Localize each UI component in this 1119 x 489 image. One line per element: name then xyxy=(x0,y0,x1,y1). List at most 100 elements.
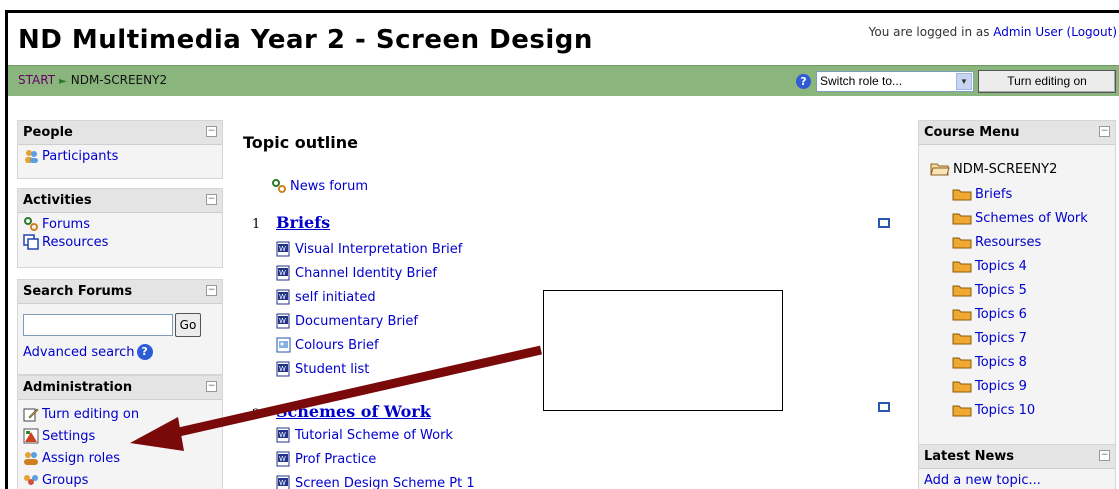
breadcrumb-start[interactable]: START xyxy=(18,73,55,87)
resources-item[interactable]: Resources xyxy=(18,231,222,253)
course-menu-item[interactable]: Topics 5 xyxy=(952,282,1027,298)
news-forum-link[interactable]: News forum xyxy=(290,179,368,194)
logout-link[interactable]: (Logout) xyxy=(1067,25,1117,39)
resource-item[interactable]: W Channel Identity Brief xyxy=(276,265,437,281)
resource-item[interactable]: W Documentary Brief xyxy=(276,313,418,329)
course-menu-item[interactable]: Topics 6 xyxy=(952,306,1027,322)
forums-link[interactable]: Forums xyxy=(42,217,90,232)
topic-title-briefs[interactable]: Briefs xyxy=(276,213,330,232)
svg-text:W: W xyxy=(279,317,286,325)
svg-text:W: W xyxy=(279,455,286,463)
login-info: You are logged in as Admin User (Logout) xyxy=(869,25,1117,39)
breadcrumb-separator-icon: ► xyxy=(59,76,67,87)
help-icon[interactable]: ? xyxy=(796,74,811,89)
site-title: ND Multimedia Year 2 - Screen Design xyxy=(18,25,593,55)
course-menu-item[interactable]: Resourses xyxy=(952,234,1041,250)
roles-icon xyxy=(24,452,38,465)
folder-icon xyxy=(952,357,972,369)
resource-item[interactable]: Colours Brief xyxy=(276,337,379,353)
word-doc-icon: W xyxy=(276,451,290,467)
settings-link[interactable]: Settings xyxy=(42,429,95,444)
forum-icon xyxy=(24,217,38,231)
course-menu-item[interactable]: Topics 9 xyxy=(952,378,1027,394)
turn-editing-on-link[interactable]: Turn editing on xyxy=(42,407,139,422)
administration-block: Administration − Turn editing on Setting… xyxy=(17,375,223,489)
course-menu-item[interactable]: Topics 8 xyxy=(952,354,1027,370)
search-go-button[interactable]: Go xyxy=(175,313,201,337)
navbar: START ► NDM-SCREENY2 ? Switch role to... ▼… xyxy=(8,65,1119,96)
word-doc-icon: W xyxy=(276,475,290,489)
resource-item[interactable]: W Visual Interpretation Brief xyxy=(276,241,462,257)
switch-role-select[interactable]: Switch role to... ▼ xyxy=(816,71,974,92)
news-forum-row[interactable]: News forum xyxy=(271,178,368,194)
topic-number: 1 xyxy=(252,217,261,232)
folder-icon xyxy=(952,261,972,273)
forum-icon xyxy=(272,179,286,193)
svg-text:W: W xyxy=(279,269,286,277)
resource-item[interactable]: W self initiated xyxy=(276,289,376,305)
folder-icon xyxy=(952,213,972,225)
collapse-icon[interactable]: − xyxy=(1099,450,1110,461)
collapse-icon[interactable]: − xyxy=(206,194,217,205)
resources-link[interactable]: Resources xyxy=(42,235,108,250)
user-name-link[interactable]: Admin User xyxy=(993,25,1062,39)
folder-icon xyxy=(952,189,972,201)
folder-open-icon xyxy=(930,163,950,176)
resource-item[interactable]: W Prof Practice xyxy=(276,451,376,467)
svg-text:W: W xyxy=(279,365,286,373)
add-new-topic-link[interactable]: Add a new topic... xyxy=(924,473,1041,488)
image-doc-icon xyxy=(276,337,291,353)
course-menu-item[interactable]: Topics 7 xyxy=(952,330,1027,346)
folder-icon xyxy=(952,381,972,393)
breadcrumb: START ► NDM-SCREENY2 xyxy=(18,73,167,87)
moodle-page: ND Multimedia Year 2 - Screen Design You… xyxy=(5,10,1119,489)
edit-icon xyxy=(23,408,39,422)
chevron-down-icon[interactable]: ▼ xyxy=(956,73,972,90)
highlight-topic-icon[interactable] xyxy=(878,402,890,412)
resource-item[interactable]: W Tutorial Scheme of Work xyxy=(276,427,453,443)
admin-groups-item[interactable]: Groups xyxy=(18,469,222,489)
word-doc-icon: W xyxy=(276,361,290,377)
topic-outline-title: Topic outline xyxy=(243,133,359,152)
resource-item[interactable]: W Screen Design Scheme Pt 1 xyxy=(276,475,475,489)
activities-block-header: Activities − xyxy=(18,189,222,213)
word-doc-icon: W xyxy=(276,265,290,281)
collapse-icon[interactable]: − xyxy=(206,381,217,392)
word-doc-icon: W xyxy=(276,241,290,257)
advanced-search-link[interactable]: Advanced search xyxy=(23,345,135,360)
latest-news-header: Latest News − xyxy=(919,445,1115,469)
word-doc-icon: W xyxy=(276,313,290,329)
folder-icon xyxy=(952,405,972,417)
topic-title-schemes[interactable]: Schemes of Work xyxy=(276,402,431,421)
assign-roles-link[interactable]: Assign roles xyxy=(42,451,120,466)
svg-text:W: W xyxy=(279,245,286,253)
course-menu-item[interactable]: Briefs xyxy=(952,186,1012,202)
switch-role-value: Switch role to... xyxy=(820,74,903,88)
course-menu-root[interactable]: NDM-SCREENY2 xyxy=(930,161,1057,177)
collapse-icon[interactable]: − xyxy=(206,126,217,137)
people-block: People − Participants xyxy=(17,120,223,179)
collapse-icon[interactable]: − xyxy=(206,285,217,296)
search-forums-input[interactable] xyxy=(23,314,173,336)
course-menu-item[interactable]: Topics 4 xyxy=(952,258,1027,274)
latest-news-block: Latest News − Add a new topic... xyxy=(918,444,1116,489)
groups-link[interactable]: Groups xyxy=(42,473,88,488)
participants-item[interactable]: Participants xyxy=(18,145,222,167)
course-menu-item[interactable]: Topics 10 xyxy=(952,402,1035,418)
advanced-search-row[interactable]: Advanced search ? xyxy=(23,344,153,360)
admin-turn-editing-item[interactable]: Turn editing on xyxy=(18,403,222,425)
admin-assign-roles-item[interactable]: Assign roles xyxy=(18,447,222,469)
svg-text:W: W xyxy=(279,479,286,487)
course-menu-item[interactable]: Schemes of Work xyxy=(952,210,1088,226)
settings-icon xyxy=(23,428,39,444)
turn-editing-on-button[interactable]: Turn editing on xyxy=(978,70,1116,93)
help-icon[interactable]: ? xyxy=(136,344,153,360)
collapse-icon[interactable]: − xyxy=(1099,126,1110,137)
resource-item[interactable]: W Student list xyxy=(276,361,369,377)
add-new-topic-row[interactable]: Add a new topic... xyxy=(919,469,1115,488)
highlight-topic-icon[interactable] xyxy=(878,218,890,228)
admin-settings-item[interactable]: Settings xyxy=(18,425,222,447)
resource-icon xyxy=(23,234,39,250)
breadcrumb-current: NDM-SCREENY2 xyxy=(70,73,168,87)
participants-link[interactable]: Participants xyxy=(42,149,118,164)
